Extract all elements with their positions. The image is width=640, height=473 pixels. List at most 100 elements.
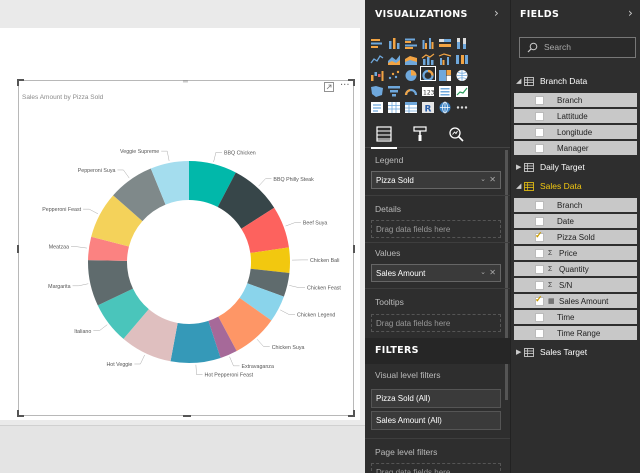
collapse-visualizations-icon[interactable]: › [494,6,499,20]
field-checkbox[interactable] [535,200,544,210]
line-and-column-chart-icon[interactable] [421,51,435,65]
field-name: Longitude [557,127,593,137]
fields-tab-icon[interactable] [371,125,397,149]
field-checkbox[interactable] [535,95,544,105]
donut-chart-visual[interactable]: ═ ··· Sales Amount by Pizza Sold BBQ Chi… [17,78,355,417]
chevron-right-icon[interactable]: ▶ [516,163,524,171]
chevron-right-icon[interactable]: ▶ [516,348,524,356]
filter-pizza-sold[interactable]: Pizza Sold (All) [371,389,501,408]
field-checkbox[interactable] [535,248,544,258]
stacked-bar-chart-icon[interactable] [370,35,384,48]
field-quantity[interactable]: Σ Quantity [514,262,637,276]
field-s-n[interactable]: Σ S/N [514,278,637,292]
slice-label: Chicken Suya [272,345,305,351]
field-sales-amount[interactable]: ▦ Sales Amount [514,294,637,308]
svg-text:123: 123 [423,90,435,97]
table-icon [524,347,534,357]
page-filters-drop-zone[interactable]: Drag data fields here [371,463,501,473]
field-checkbox[interactable] [535,294,544,306]
field-time-range[interactable]: Time Range [514,326,637,340]
field-date[interactable]: Date [514,214,637,228]
table-sales-data[interactable]: ◢ Sales Data [516,179,582,193]
globe-visual-icon[interactable] [438,99,452,114]
matrix-icon[interactable] [404,99,418,113]
tooltips-drop-zone[interactable]: Drag data fields here [371,314,501,332]
field-name: Lattitude [557,111,588,121]
filled-map-icon[interactable] [370,83,384,97]
label-leader-line [289,285,306,288]
stacked-area-chart-icon[interactable] [404,51,418,65]
field-checkbox[interactable] [535,280,544,290]
field-checkbox[interactable] [535,143,544,153]
analytics-magnifier-icon[interactable] [447,125,465,143]
field-checkbox[interactable] [535,111,544,121]
table-branch-data[interactable]: ◢ Branch Data [516,74,587,88]
slice-label: Pepperoni Suya [78,168,116,174]
field-branch[interactable]: Branch [514,93,637,107]
donut-chart-icon[interactable] [420,66,436,82]
field-manager[interactable]: Manager [514,141,637,155]
line-and-clustered-column-chart-icon[interactable] [438,51,452,65]
chevron-down-icon[interactable]: ◢ [516,182,524,190]
field-name: Sales Amount [559,296,609,306]
chevron-down-icon[interactable]: ⌄ [480,175,486,183]
clustered-column-chart-icon[interactable] [421,35,435,49]
chevron-down-icon[interactable]: ◢ [516,77,524,85]
field-pizza-sold[interactable]: Pizza Sold [514,230,637,244]
field-branch[interactable]: Branch [514,198,637,212]
funnel-icon[interactable] [387,83,401,97]
ribbon-chart-icon[interactable] [455,51,469,64]
legend-field-name: Pizza Sold [376,176,414,185]
field-longitude[interactable]: Longitude [514,125,637,139]
stacked-column-chart-icon[interactable] [387,35,401,49]
remove-field-icon[interactable]: ✕ [489,175,496,184]
field-checkbox[interactable] [535,230,544,242]
table-icon[interactable] [387,99,401,113]
field-checkbox[interactable] [535,312,544,322]
gauge-icon[interactable] [404,83,418,96]
area-chart-icon[interactable] [387,51,401,65]
line-chart-icon[interactable] [370,51,384,64]
table-sales-target[interactable]: ▶ Sales Target [516,345,587,359]
kpi-icon[interactable] [455,83,469,97]
label-leader-line [161,150,170,161]
sigma-icon: Σ [548,265,553,273]
field-lattitude[interactable]: Lattitude [514,109,637,123]
format-paint-roller-icon[interactable] [411,125,429,143]
visual-pane-tabs [365,120,510,149]
field-checkbox[interactable] [535,127,544,137]
label-leader-line [280,309,296,315]
100-stacked-column-chart-icon[interactable] [455,35,469,49]
slice-label: Chicken Feast [307,286,341,292]
treemap-icon[interactable] [438,67,452,81]
waterfall-chart-icon[interactable] [370,67,384,81]
100-stacked-bar-chart-icon[interactable] [438,35,452,48]
field-checkbox[interactable] [535,264,544,274]
fields-search-input[interactable]: Search [519,37,636,58]
card-icon[interactable]: 123 [421,83,435,97]
collapse-fields-icon[interactable]: › [628,6,633,20]
slicer-icon[interactable] [370,99,384,113]
values-field-pill[interactable]: Sales Amount ⌄ ✕ [371,264,501,282]
clustered-bar-chart-icon[interactable] [404,35,418,49]
field-checkbox[interactable] [535,328,544,338]
scatter-chart-icon[interactable] [387,67,401,80]
remove-field-icon[interactable]: ✕ [489,268,496,277]
slice-label: Extravaganza [242,364,274,370]
values-field-name: Sales Amount [376,269,426,278]
field-time[interactable]: Time [514,310,637,324]
more-visuals-icon[interactable] [455,99,469,112]
chevron-down-icon[interactable]: ⌄ [480,268,486,276]
filter-sales-amount[interactable]: Sales Amount (All) [371,411,501,430]
table-daily-target[interactable]: ▶ Daily Target [516,160,585,174]
field-checkbox[interactable] [535,216,544,226]
field-price[interactable]: Σ Price [514,246,637,260]
pie-chart-icon[interactable] [404,67,418,81]
map-icon[interactable] [455,67,469,81]
multi-row-card-icon[interactable] [438,83,452,97]
r-script-visual-icon[interactable]: R [421,99,435,115]
label-leader-line [213,152,222,163]
legend-field-pill[interactable]: Pizza Sold ⌄ ✕ [371,171,501,189]
details-drop-zone[interactable]: Drag data fields here [371,220,501,238]
search-icon [527,42,538,53]
